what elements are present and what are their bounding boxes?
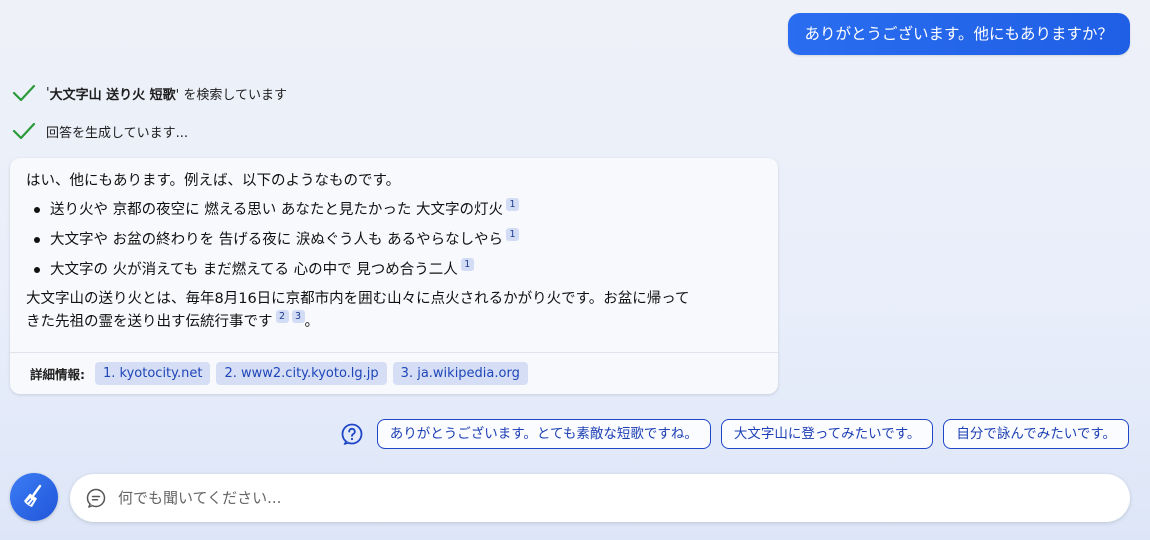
suggestion-chip-compose[interactable]: 自分で詠んでみたいです。 (943, 419, 1129, 449)
citation-badge[interactable]: 1 (460, 258, 474, 271)
question-circle-icon[interactable] (340, 422, 364, 446)
broom-icon (24, 484, 42, 507)
source-link-kyotocity[interactable]: 1. kyotocity.net (95, 362, 211, 385)
source-link-wikipedia[interactable]: 3. ja.wikipedia.org (392, 362, 528, 385)
answer-body: はい、他にもあります。例えば、以下のようなものです。 送り火や 京都の夜空に 燃… (10, 158, 778, 333)
citation-badge[interactable]: 3 (291, 310, 305, 323)
chat-input-box[interactable] (70, 474, 1130, 522)
new-topic-button[interactable] (10, 473, 58, 521)
sources-label: 詳細情報: (30, 367, 85, 382)
answer-paragraph: 大文字山の送り火とは、毎年8月16日に京都市内を囲む山々に点火されるかがり火です… (26, 288, 762, 333)
paragraph-line: きた先祖の霊を送り出す伝統行事です 2 3。 (26, 310, 762, 333)
check-icon (12, 122, 36, 140)
suggestions-bar: ありがとうございます。とても素敵な短歌ですね。 大文字山に登ってみたいです。 自… (340, 419, 1129, 449)
tanka-text: 大文字の 火が消えても まだ燃えてる 心の中で 見つめ合う二人 (50, 262, 458, 278)
chat-input[interactable] (118, 489, 1018, 507)
check-icon (12, 84, 36, 102)
citation-badge[interactable]: 2 (275, 310, 289, 323)
user-message-bubble: ありがとうございます。他にもありますか？ (787, 13, 1130, 55)
answer-intro: はい、他にもあります。例えば、以下のようなものです。 (26, 173, 401, 189)
tanka-text: 大文字や お盆の終わりを 告げる夜に 涙ぬぐう人も あるやらなしやら (50, 232, 503, 248)
status-suffix: ' を検索しています (175, 87, 287, 103)
status-row-generating: 回答を生成しています... (12, 119, 188, 143)
list-item: 大文字の 火が消えても まだ燃えてる 心の中で 見つめ合う二人 1 (26, 258, 762, 281)
list-item: 送り火や 京都の夜空に 燃える思い あなたと見たかった 大文字の灯火 1 (26, 198, 762, 221)
sources-footer: 詳細情報: 1. kyotocity.net 2. www2.city.kyot… (10, 352, 778, 394)
list-item: 大文字や お盆の終わりを 告げる夜に 涙ぬぐう人も あるやらなしやら 1 (26, 228, 762, 251)
source-link-city-kyoto[interactable]: 2. www2.city.kyoto.lg.jp (216, 362, 387, 385)
status-row-searching: ' 大文字山 送り火 短歌 ' を検索しています (12, 81, 287, 105)
suggestion-chip-thanks[interactable]: ありがとうございます。とても素敵な短歌ですね。 (376, 419, 711, 449)
chat-bubble-icon (86, 488, 106, 508)
paragraph-text: きた先祖の霊を送り出す伝統行事です (26, 314, 273, 330)
answer-card: はい、他にもあります。例えば、以下のようなものです。 送り火や 京都の夜空に 燃… (10, 158, 778, 394)
paragraph-line: 大文字山の送り火とは、毎年8月16日に京都市内を囲む山々に点火されるかがり火です… (26, 291, 690, 307)
citation-badge[interactable]: 1 (506, 228, 519, 241)
answer-list: 送り火や 京都の夜空に 燃える思い あなたと見たかった 大文字の灯火 1 大文字や… (26, 198, 762, 281)
paragraph-end: 。 (304, 314, 320, 330)
citation-badge[interactable]: 1 (506, 198, 519, 211)
status-text: 回答を生成しています... (46, 125, 189, 141)
search-query: 大文字山 送り火 短歌 (49, 87, 176, 103)
tanka-text: 送り火や 京都の夜空に 燃える思い あなたと見たかった 大文字の灯火 (50, 202, 503, 218)
suggestion-chip-climb[interactable]: 大文字山に登ってみたいです。 (720, 419, 934, 449)
